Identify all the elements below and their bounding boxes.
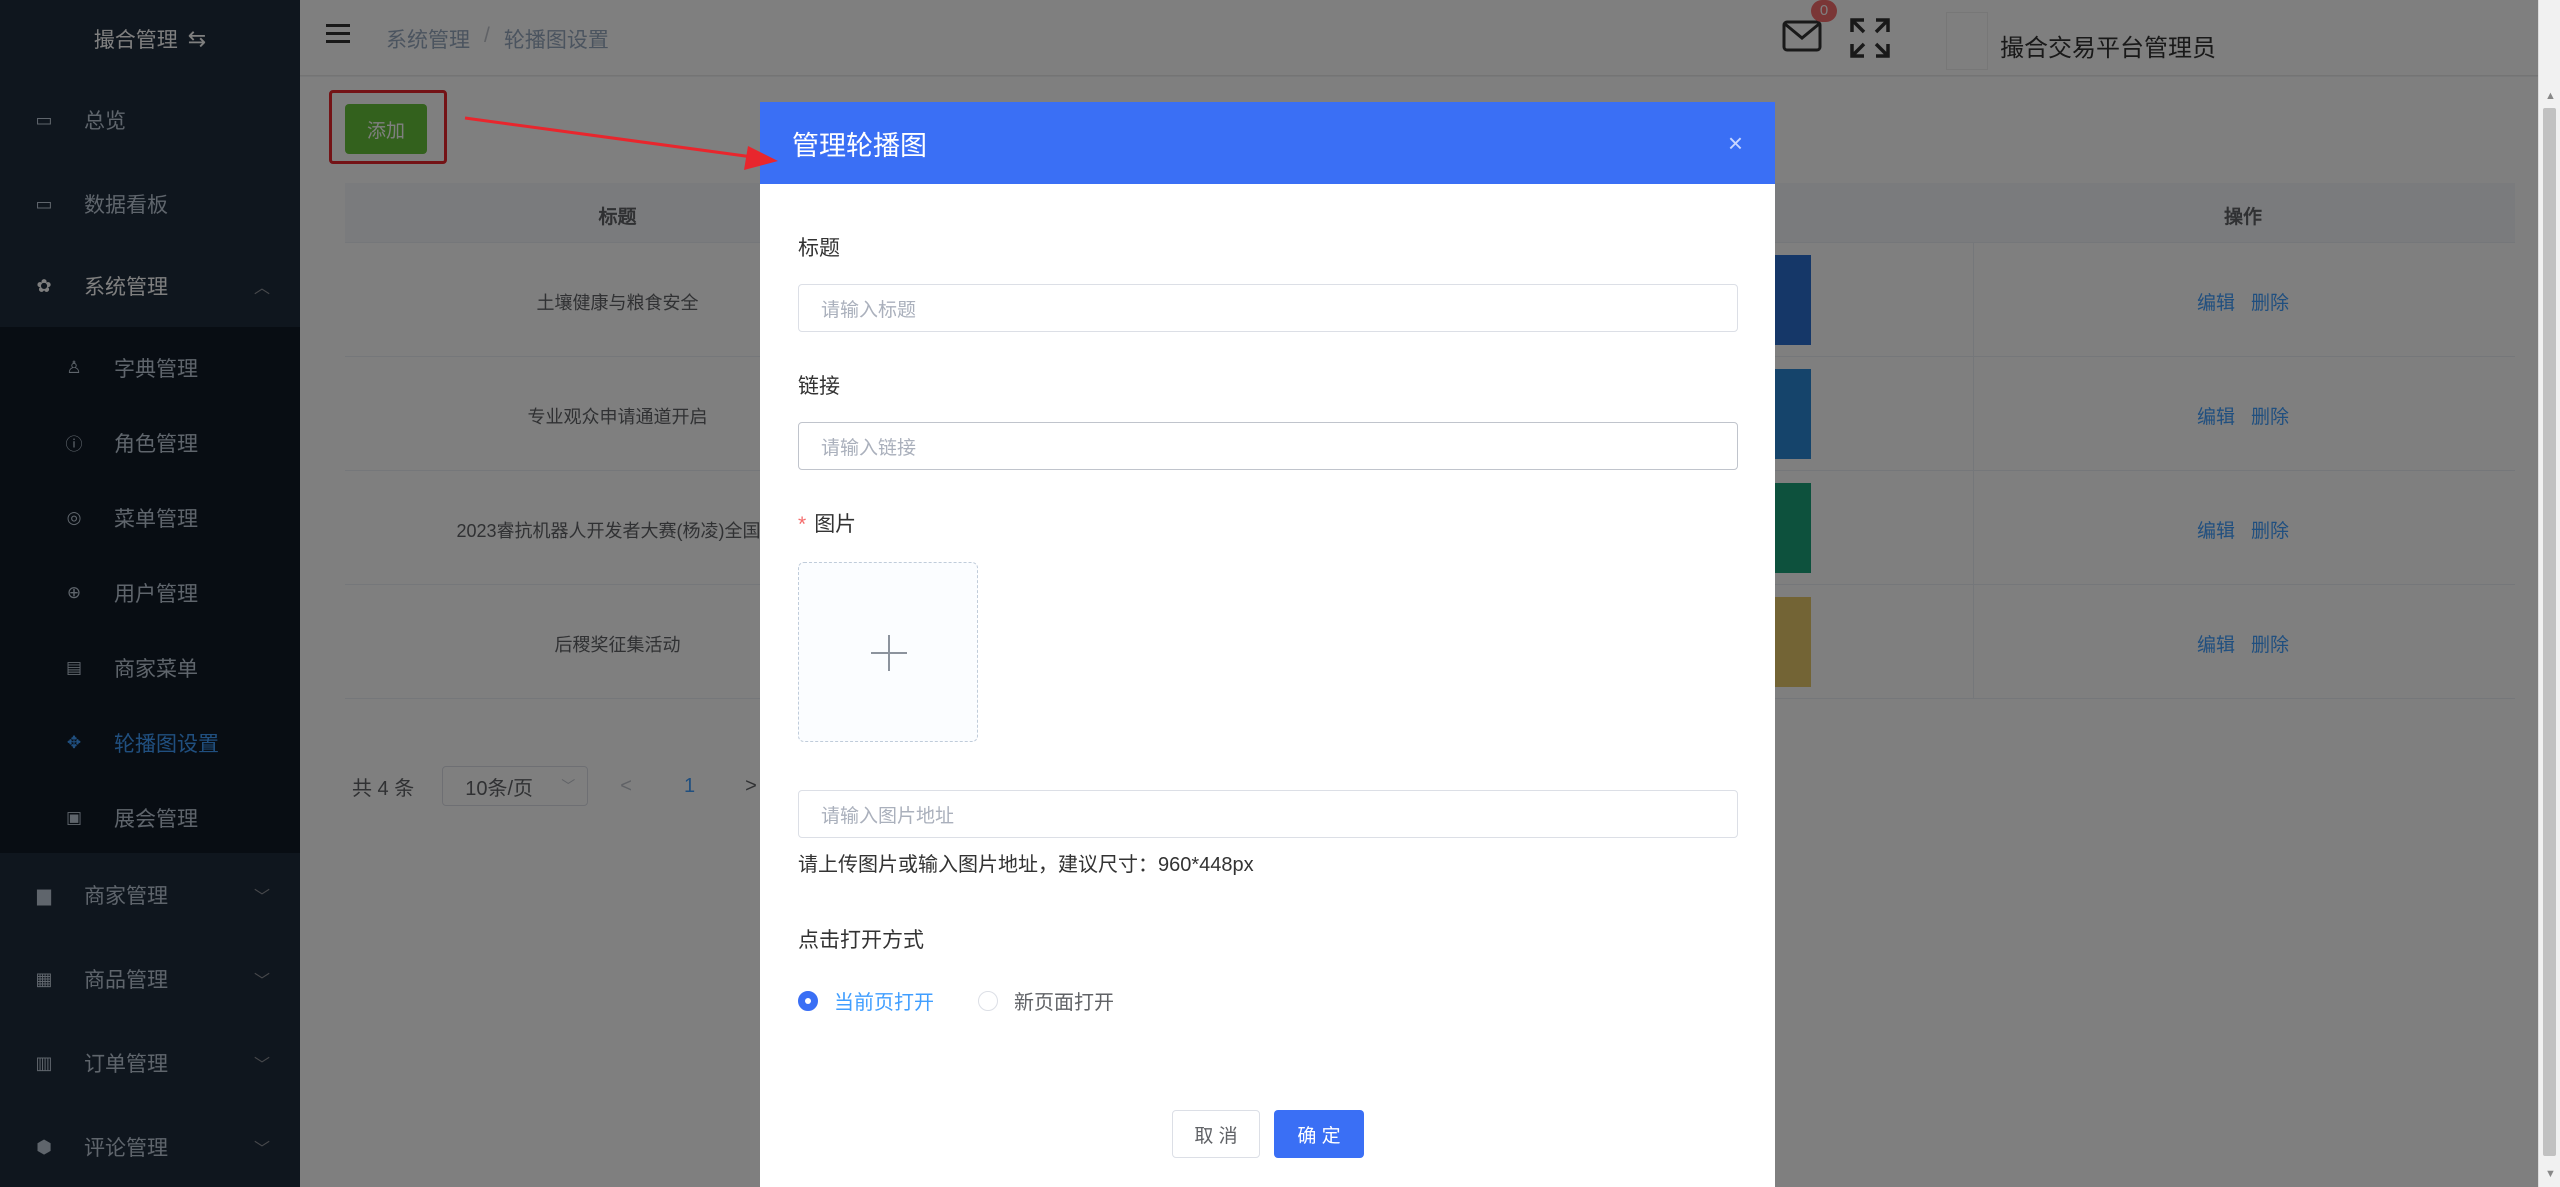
link-input[interactable]: 请输入链接 [798, 422, 1738, 470]
dialog-title: 管理轮播图 [792, 130, 927, 161]
plus-icon-vertical [888, 635, 890, 671]
scrollbar-thumb[interactable] [2543, 108, 2556, 1156]
image-label: * 图片 [798, 508, 856, 538]
cancel-button[interactable]: 取 消 [1172, 1110, 1260, 1158]
open-mode-label: 点击打开方式 [798, 929, 924, 952]
close-icon[interactable]: × [1728, 128, 1743, 159]
image-label-text: 图片 [814, 513, 857, 536]
radio-current-page[interactable] [798, 990, 818, 1011]
carousel-dialog: 管理轮播图 × 标题 请输入标题 链接 请输入链接 * 图片 请输入图片地址 请上… [760, 102, 1775, 1187]
dialog-header: 管理轮播图 × [760, 102, 1775, 184]
link-label: 链接 [798, 375, 840, 398]
title-input[interactable]: 请输入标题 [798, 284, 1738, 332]
image-size-tip: 请上传图片或输入图片地址，建议尺寸：960*448px [798, 854, 1254, 876]
scroll-down-icon[interactable]: ▼ [2545, 1168, 2556, 1180]
image-uploader[interactable] [798, 562, 978, 742]
required-mark: * [798, 513, 807, 536]
scroll-up-icon[interactable]: ▲ [2545, 90, 2556, 102]
confirm-button[interactable]: 确 定 [1274, 1110, 1364, 1158]
open-mode-radio-group: 当前页打开 新页面打开 [798, 986, 1158, 1015]
page-scrollbar[interactable]: ▲ ▼ [2538, 0, 2560, 1187]
radio-label-current-page[interactable]: 当前页打开 [834, 986, 934, 1015]
radio-label-new-page[interactable]: 新页面打开 [1014, 986, 1114, 1015]
title-label: 标题 [798, 237, 840, 260]
image-url-input[interactable]: 请输入图片地址 [798, 790, 1738, 838]
radio-new-page[interactable] [978, 990, 998, 1011]
